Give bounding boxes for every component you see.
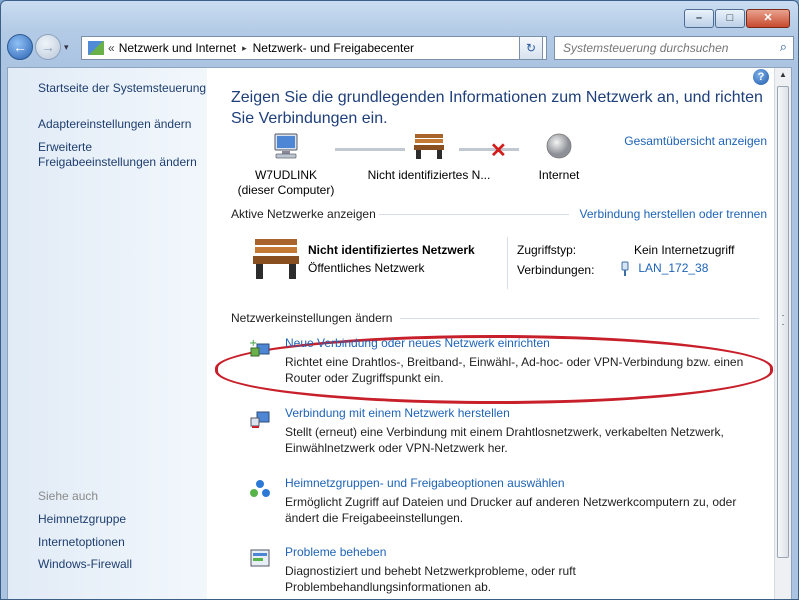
network-location-type[interactable]: Öffentliches Netzwerk <box>308 261 425 275</box>
close-icon: ✕ <box>763 12 773 24</box>
computer-name: W7UDLINK <box>254 168 317 182</box>
active-network-panel: Nicht identifiziertes Netzwerk Öffentlic… <box>231 231 771 301</box>
full-map-link[interactable]: Gesamtübersicht anzeigen <box>624 134 767 148</box>
close-button[interactable]: ✕ <box>746 9 790 28</box>
scrollbar-grip-icon <box>782 315 784 325</box>
sidebar-windows-firewall-link[interactable]: Windows-Firewall <box>38 557 132 572</box>
window-caption-buttons: – □ ✕ <box>684 9 790 28</box>
connect-network-icon <box>250 411 270 428</box>
troubleshoot-link[interactable]: Probleme beheben <box>285 545 386 559</box>
network-sharing-center-window: – □ ✕ ← → ▾ « Netzwerk und Internet ▸ Ne… <box>0 0 799 600</box>
sidebar-advanced-sharing-line2: Freigabeeinstellungen ändern <box>38 155 197 169</box>
breadcrumb-sharing-center[interactable]: Netzwerk- und Freigabecenter <box>253 41 414 55</box>
navigation-bar: ← → ▾ « Netzwerk und Internet ▸ Netzwerk… <box>7 33 794 61</box>
broken-connection-line <box>459 148 519 151</box>
active-networks-heading: Aktive Netzwerke anzeigen <box>231 207 376 221</box>
internet-label: Internet <box>538 168 580 182</box>
back-arrow-icon: ← <box>13 39 27 55</box>
map-node-internet[interactable]: Internet <box>519 132 599 183</box>
vertical-scrollbar[interactable]: ▲ <box>774 68 791 599</box>
globe-icon <box>546 133 572 159</box>
troubleshoot-description: Diagnostiziert und behebt Netzwerkproble… <box>285 564 576 594</box>
sidebar-homegroup-link[interactable]: Heimnetzgruppe <box>38 512 126 527</box>
refresh-icon: ↻ <box>525 41 537 55</box>
ethernet-icon <box>621 261 629 276</box>
connections-label: Verbindungen: <box>517 263 595 277</box>
search-input[interactable] <box>561 40 770 56</box>
network-map: W7UDLINK (dieser Computer) Nicht identif… <box>231 132 611 204</box>
recent-pages-dropdown[interactable]: ▾ <box>64 42 69 53</box>
search-icon[interactable]: ⌕ <box>780 39 787 55</box>
homegroup-sharing-link[interactable]: Heimnetzgruppen- und Freigabeoptionen au… <box>285 476 565 490</box>
sidebar-advanced-sharing-link[interactable]: Erweiterte Freigabeeinstellungen ändern <box>38 140 197 170</box>
homegroup-icon <box>250 480 270 497</box>
address-bar[interactable]: « Netzwerk und Internet ▸ Netzwerk- und … <box>81 36 547 60</box>
new-connection-description: Richtet eine Drahtlos-, Breitband-, Einw… <box>285 355 744 385</box>
breadcrumb-separator-icon[interactable]: ▸ <box>242 43 247 54</box>
address-overflow-chevron[interactable]: « <box>108 41 115 55</box>
connect-network-description: Stellt (erneut) eine Verbindung mit eine… <box>285 425 724 455</box>
connect-disconnect-link[interactable]: Verbindung herstellen oder trennen <box>580 207 767 221</box>
disconnected-x-icon[interactable]: ✕ <box>490 138 507 163</box>
content-area: Startseite der Systemsteuerung Adapterei… <box>7 67 792 599</box>
maximize-icon: □ <box>726 12 734 24</box>
network-node-label: Nicht identifiziertes N... <box>367 168 491 182</box>
refresh-button[interactable]: ↻ <box>519 36 543 60</box>
control-panel-icon <box>88 41 104 55</box>
new-connection-link[interactable]: Neue Verbindung oder neues Netzwerk einr… <box>285 336 550 350</box>
task-sidebar: Startseite der Systemsteuerung Adapterei… <box>8 68 207 599</box>
homegroup-sharing-description: Ermöglicht Zugriff auf Dateien und Druck… <box>285 495 737 525</box>
search-box[interactable]: ⌕ <box>554 36 794 60</box>
scroll-up-icon[interactable]: ▲ <box>775 70 791 84</box>
network-settings-divider <box>400 318 759 319</box>
lan-connection-link[interactable]: LAN_172_38 <box>619 261 708 277</box>
forward-button[interactable]: → <box>35 34 61 60</box>
new-connection-icon: + <box>249 338 270 357</box>
active-networks-divider <box>379 214 569 215</box>
lan-connection-name: LAN_172_38 <box>638 261 709 276</box>
see-also-heading: Siehe auch <box>38 489 99 503</box>
connect-network-link[interactable]: Verbindung mit einem Netzwerk herstellen <box>285 406 510 420</box>
network-settings-heading: Netzwerkeinstellungen ändern <box>231 311 393 325</box>
main-panel: ? Zeigen Sie die grundlegenden Informati… <box>207 68 775 599</box>
public-network-bench-icon[interactable] <box>251 237 301 281</box>
active-network-name: Nicht identifiziertes Netzwerk <box>308 243 475 257</box>
svg-text:+: + <box>249 338 257 349</box>
maximize-button[interactable]: □ <box>715 9 745 28</box>
page-title: Zeigen Sie die grundlegenden Information… <box>231 89 763 127</box>
map-node-computer[interactable]: W7UDLINK (dieser Computer) <box>231 132 341 198</box>
forward-arrow-icon: → <box>41 39 55 55</box>
sidebar-home-link[interactable]: Startseite der Systemsteuerung <box>38 81 206 96</box>
scrollbar-thumb[interactable] <box>777 86 789 558</box>
computer-icon <box>274 133 298 159</box>
access-type-label: Zugriffstyp: <box>517 243 577 257</box>
help-icon[interactable]: ? <box>753 69 769 85</box>
access-type-value: Kein Internetzugriff <box>634 243 735 257</box>
back-button[interactable]: ← <box>7 34 33 60</box>
bench-icon <box>414 134 444 159</box>
sidebar-adapter-settings-link[interactable]: Adaptereinstellungen ändern <box>38 117 191 132</box>
troubleshoot-icon <box>250 549 270 567</box>
minimize-button[interactable]: – <box>684 9 714 28</box>
breadcrumb-network-internet[interactable]: Netzwerk und Internet <box>119 41 236 55</box>
sidebar-internet-options-link[interactable]: Internetoptionen <box>38 535 125 550</box>
sidebar-advanced-sharing-line1: Erweiterte <box>38 140 93 154</box>
active-network-divider <box>507 237 508 289</box>
map-node-network[interactable]: Nicht identifiziertes N... <box>361 132 497 183</box>
computer-subtitle: (dieser Computer) <box>237 183 335 197</box>
minimize-icon: – <box>695 12 703 24</box>
